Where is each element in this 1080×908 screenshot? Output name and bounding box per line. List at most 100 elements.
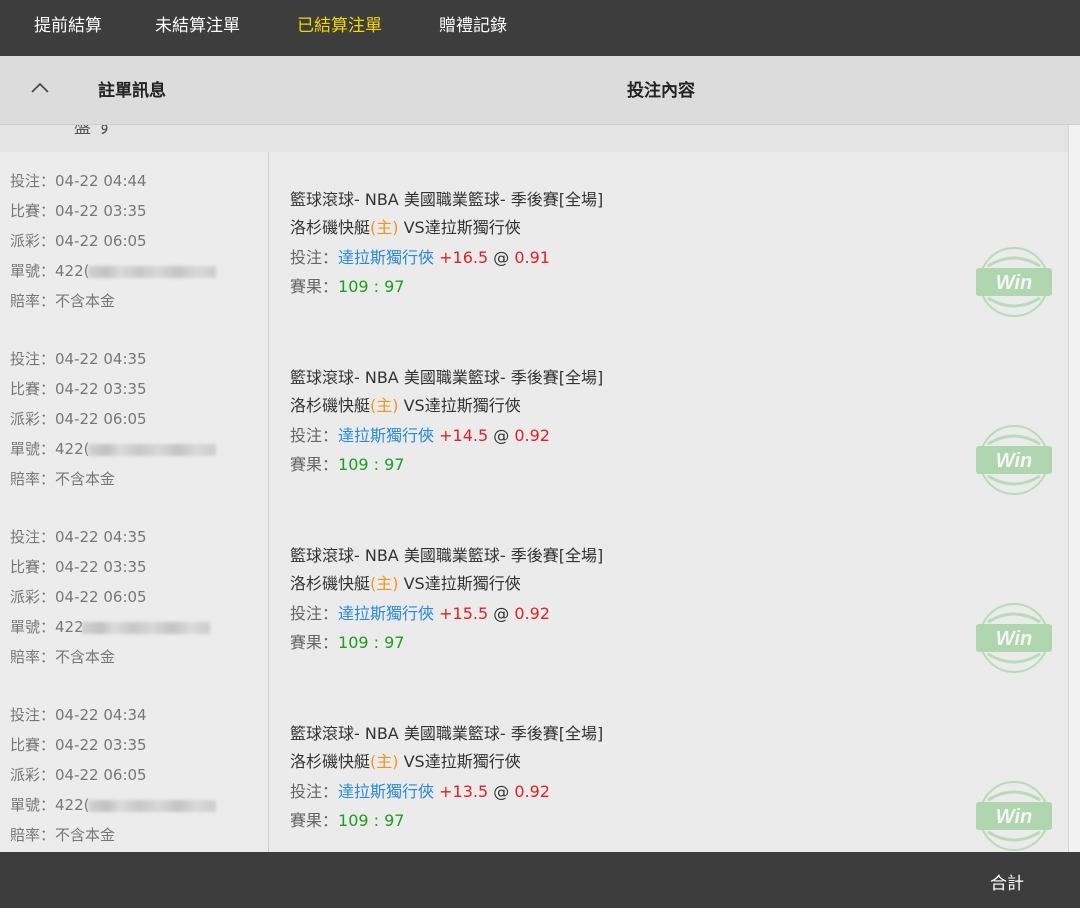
pick-team: 達拉斯獨行俠 <box>338 248 435 267</box>
score: 109 : 97 <box>338 633 405 652</box>
result-line: 賽果：109 : 97 <box>290 629 404 653</box>
league-line: 籃球滾球- NBA 美國職業籃球- 季後賽[全場] <box>290 724 604 743</box>
win-badge-label: Win <box>996 628 1032 650</box>
bet-time-label: 投注： <box>10 350 56 368</box>
odds-value: 0.91 <box>514 248 550 267</box>
ticket-number-prefix: 422( <box>55 262 90 280</box>
ticket-number: 單號：422( <box>10 260 216 281</box>
pick-line: 投注：達拉斯獨行俠 +15.5 @ 0.92 <box>290 600 550 624</box>
odds-type-label: 賠率： <box>10 470 56 488</box>
win-badge-icon: Win <box>976 603 1052 673</box>
tab-settled-bets[interactable]: 已結算注單 <box>297 0 382 56</box>
away-team: VS達拉斯獨行俠 <box>398 752 521 771</box>
bet-time-value: 04-22 04:35 <box>55 350 147 368</box>
payout-time: 派彩：04-22 06:05 <box>10 408 147 429</box>
bet-content-cell: 籃球滾球- NBA 美國職業籃球- 季後賽[全場] 洛杉磯快艇(主) VS達拉斯… <box>269 508 1068 686</box>
scrolled-section-label: 盤 す <box>74 125 114 138</box>
match-time-value: 04-22 03:35 <box>55 736 147 754</box>
odds-type-label: 賠率： <box>10 826 56 844</box>
odds-type-label: 賠率： <box>10 292 56 310</box>
odds-value: 0.92 <box>514 604 550 623</box>
pick-team: 達拉斯獨行俠 <box>338 604 435 623</box>
redacted-ticket-number <box>87 443 216 456</box>
result-line: 賽果：109 : 97 <box>290 273 404 297</box>
win-badge-icon: Win <box>976 425 1052 495</box>
at-sign: @ <box>488 604 515 623</box>
tab-early-settlement[interactable]: 提前結算 <box>34 0 102 56</box>
bet-time: 投注：04-22 04:35 <box>10 348 147 369</box>
bet-time: 投注：04-22 04:44 <box>10 170 147 191</box>
home-team: 洛杉磯快艇 <box>290 396 371 415</box>
bet-row: 投注：04-22 04:35 比賽：04-22 03:35 派彩：04-22 0… <box>0 330 1068 509</box>
match-time-label: 比賽： <box>10 736 56 754</box>
odds-value: 0.92 <box>514 426 550 445</box>
tab-gift-records[interactable]: 贈禮記錄 <box>439 0 507 56</box>
tab-unsettled-bets[interactable]: 未結算注單 <box>155 0 240 56</box>
redacted-ticket-number <box>87 265 216 278</box>
payout-time-value: 04-22 06:05 <box>55 410 147 428</box>
odds-type-value: 不含本金 <box>55 826 116 844</box>
total-label: 合計 <box>990 874 1024 894</box>
bet-time-label: 投注： <box>10 172 56 190</box>
handicap: +14.5 <box>434 426 489 445</box>
home-tag: (主) <box>370 396 399 415</box>
bet-list: 投注：04-22 04:44 比賽：04-22 03:35 派彩：04-22 0… <box>0 152 1068 852</box>
match-time-label: 比賽： <box>10 558 56 576</box>
pick-team: 達拉斯獨行俠 <box>338 426 435 445</box>
odds-type-value: 不含本金 <box>55 292 116 310</box>
handicap: +15.5 <box>434 604 489 623</box>
match-time: 比賽：04-22 03:35 <box>10 200 147 221</box>
bet-row: 投注：04-22 04:44 比賽：04-22 03:35 派彩：04-22 0… <box>0 152 1068 331</box>
win-badge-icon: Win <box>976 781 1052 851</box>
result-label: 賽果： <box>290 277 339 296</box>
ticket-number: 單號：422( <box>10 438 216 459</box>
matchup-line: 洛杉磯快艇(主) VS達拉斯獨行俠 <box>290 392 521 416</box>
win-badge-icon: Win <box>976 247 1052 317</box>
ticket-number-label: 單號： <box>10 262 56 280</box>
match-time: 比賽：04-22 03:35 <box>10 378 147 399</box>
bet-info-cell: 投注：04-22 04:35 比賽：04-22 03:35 派彩：04-22 0… <box>0 330 269 508</box>
ticket-number-label: 單號： <box>10 796 56 814</box>
payout-time-value: 04-22 06:05 <box>55 588 147 606</box>
bet-time: 投注：04-22 04:34 <box>10 704 147 725</box>
chevron-up-icon[interactable] <box>30 78 50 98</box>
match-time-label: 比賽： <box>10 202 56 220</box>
ticket-number-label: 單號： <box>10 618 56 636</box>
win-badge-label: Win <box>996 806 1032 828</box>
league-line: 籃球滾球- NBA 美國職業籃球- 季後賽[全場] <box>290 546 604 565</box>
matchup-line: 洛杉磯快艇(主) VS達拉斯獨行俠 <box>290 570 521 594</box>
win-badge-label: Win <box>996 272 1032 294</box>
payout-time: 派彩：04-22 06:05 <box>10 230 147 251</box>
home-tag: (主) <box>370 574 399 593</box>
match-time-value: 04-22 03:35 <box>55 380 147 398</box>
pick-label: 投注： <box>290 248 339 267</box>
ticket-number-prefix: 422( <box>55 440 90 458</box>
bet-content-header: 投注內容 <box>627 81 695 101</box>
scrollbar[interactable] <box>1068 125 1080 852</box>
bet-content-cell: 籃球滾球- NBA 美國職業籃球- 季後賽[全場] 洛杉磯快艇(主) VS達拉斯… <box>269 330 1068 508</box>
bet-row: 投注：04-22 04:34 比賽：04-22 03:35 派彩：04-22 0… <box>0 686 1068 852</box>
bet-info-cell: 投注：04-22 04:44 比賽：04-22 03:35 派彩：04-22 0… <box>0 152 269 330</box>
home-tag: (主) <box>370 752 399 771</box>
home-team: 洛杉磯快艇 <box>290 752 371 771</box>
payout-time-label: 派彩： <box>10 410 56 428</box>
at-sign: @ <box>488 782 515 801</box>
ticket-number: 單號：422( <box>10 794 216 815</box>
column-header: 註單訊息 投注內容 <box>0 56 1080 125</box>
bet-time: 投注：04-22 04:35 <box>10 526 147 547</box>
bet-time-value: 04-22 04:34 <box>55 706 147 724</box>
payout-time-label: 派彩： <box>10 588 56 606</box>
result-label: 賽果： <box>290 811 339 830</box>
matchup-line: 洛杉磯快艇(主) VS達拉斯獨行俠 <box>290 214 521 238</box>
league-line: 籃球滾球- NBA 美國職業籃球- 季後賽[全場] <box>290 190 604 209</box>
score: 109 : 97 <box>338 811 405 830</box>
result-label: 賽果： <box>290 455 339 474</box>
odds-type-value: 不含本金 <box>55 470 116 488</box>
bet-row: 投注：04-22 04:35 比賽：04-22 03:35 派彩：04-22 0… <box>0 508 1068 687</box>
payout-time: 派彩：04-22 06:05 <box>10 586 147 607</box>
away-team: VS達拉斯獨行俠 <box>398 574 521 593</box>
odds-type: 賠率：不含本金 <box>10 646 115 667</box>
match-time-value: 04-22 03:35 <box>55 202 147 220</box>
scrolled-section-header: 盤 す <box>0 125 1070 153</box>
bet-time-label: 投注： <box>10 528 56 546</box>
